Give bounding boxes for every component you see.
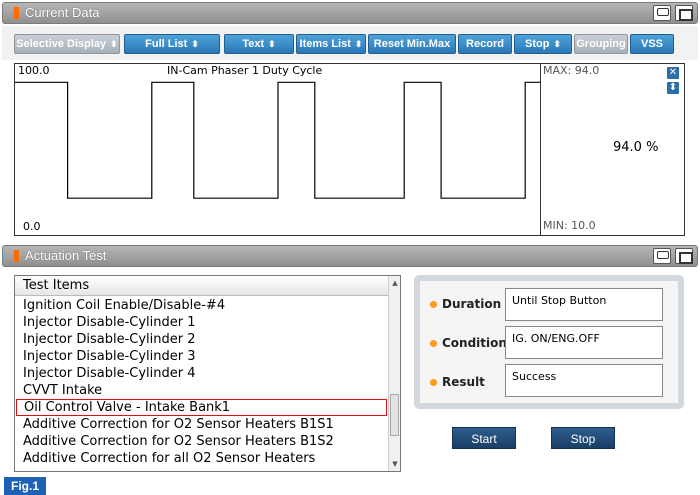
current-data-toolbar: Selective Display ⬍ Full List ⬍ Text ⬍ Item…: [2, 26, 698, 60]
list-item[interactable]: Injector Disable-Cylinder 4: [15, 365, 388, 382]
list-item[interactable]: Injector Disable-Cylinder 1: [15, 314, 388, 331]
items-list-select[interactable]: Items List ⬍: [296, 34, 366, 54]
list-item[interactable]: Additive Correction for O2 Sensor Heater…: [15, 416, 388, 433]
list-item[interactable]: Additive Correction for all O2 Sensor He…: [15, 450, 388, 467]
start-button[interactable]: Start: [452, 427, 516, 449]
full-list-select[interactable]: Full List ⬍: [124, 34, 220, 54]
record-button[interactable]: Record: [458, 34, 512, 54]
result-label: Result: [430, 375, 485, 389]
test-items-header: Test Items: [15, 276, 388, 296]
current-data-header: Current Data: [2, 2, 698, 24]
bullet-icon: [430, 340, 437, 347]
text-select[interactable]: Text ⬍: [224, 34, 294, 54]
current-data-title: Current Data: [25, 5, 100, 20]
duty-cycle-series-line: [15, 81, 541, 199]
selective-display-label: Selective Display: [16, 38, 107, 50]
list-item[interactable]: CVVT Intake: [15, 382, 388, 399]
graph-title: IN-Cam Phaser 1 Duty Cycle: [167, 64, 323, 77]
vss-button[interactable]: VSS: [630, 34, 674, 54]
updown-arrows-icon: ⬍: [110, 39, 118, 49]
graph-plot-area: 100.0 IN-Cam Phaser 1 Duty Cycle 0.0: [15, 64, 541, 235]
graph-stats-panel: MAX: 94.0 ✕ ⬍ 94.0 % MIN: 10.0: [541, 64, 684, 235]
min-value: MIN: 10.0: [543, 219, 596, 232]
window-toggle-icon[interactable]: [675, 5, 693, 21]
grouping-button[interactable]: Grouping: [574, 34, 628, 54]
current-value: 94.0 %: [613, 140, 659, 155]
retry-icon[interactable]: [653, 5, 671, 21]
updown-arrows-icon: ⬍: [191, 39, 199, 49]
stop-button[interactable]: Stop: [551, 427, 615, 449]
actuation-test-header: Actuation Test: [2, 245, 698, 267]
scroll-up-icon[interactable]: ▲: [389, 276, 401, 290]
updown-arrows-icon: ⬍: [268, 39, 276, 49]
y-min-label: 0.0: [23, 220, 41, 233]
scroll-down-icon[interactable]: ▼: [389, 457, 401, 471]
duration-label: Duration: [430, 297, 501, 311]
window-toggle-icon[interactable]: [675, 248, 693, 264]
list-item-selected[interactable]: Oil Control Valve - Intake Bank1: [16, 399, 387, 416]
duration-value: Until Stop Button: [505, 288, 663, 321]
max-value: MAX: 94.0: [543, 64, 600, 77]
test-info-panel: Duration Until Stop Button Conditions IG…: [414, 275, 684, 409]
selective-display-select[interactable]: Selective Display ⬍: [14, 34, 120, 54]
updown-arrows-icon: ⬍: [354, 39, 363, 49]
list-item[interactable]: Additive Correction for O2 Sensor Heater…: [15, 433, 388, 450]
list-item[interactable]: Injector Disable-Cylinder 2: [15, 331, 388, 348]
reset-min-max-button[interactable]: Reset Min.Max: [368, 34, 456, 54]
test-items-list: Test Items Ignition Coil Enable/Disable-…: [14, 275, 401, 472]
retry-icon[interactable]: [653, 248, 671, 264]
y-max-label: 100.0: [18, 64, 50, 77]
list-scrollbar[interactable]: ▲ ▼: [388, 276, 400, 471]
list-item[interactable]: Ignition Coil Enable/Disable-#4: [15, 297, 388, 314]
list-item[interactable]: Injector Disable-Cylinder 3: [15, 348, 388, 365]
duty-cycle-graph: [15, 81, 541, 199]
text-label: Text: [242, 38, 265, 50]
bullet-icon: [430, 301, 437, 308]
actuation-test-title: Actuation Test: [25, 248, 107, 263]
items-list-label: Items List: [299, 38, 351, 50]
figure-label: Fig.1: [4, 477, 46, 495]
full-list-label: Full List: [145, 38, 188, 50]
stop-select[interactable]: Stop ⬍: [514, 34, 572, 54]
updown-arrows-icon[interactable]: ⬍: [667, 82, 679, 94]
graph-panel: 100.0 IN-Cam Phaser 1 Duty Cycle 0.0 MAX…: [14, 63, 685, 236]
header-marker-icon: [14, 250, 19, 262]
close-icon[interactable]: ✕: [667, 67, 679, 79]
updown-arrows-icon: ⬍: [553, 39, 561, 49]
conditions-label: Conditions: [430, 336, 514, 350]
header-marker-icon: [14, 7, 19, 19]
bullet-icon: [430, 379, 437, 386]
result-value: Success: [505, 364, 663, 397]
scroll-thumb[interactable]: [390, 394, 399, 436]
stop-label: Stop: [525, 38, 550, 50]
conditions-value: IG. ON/ENG.OFF: [505, 326, 663, 359]
